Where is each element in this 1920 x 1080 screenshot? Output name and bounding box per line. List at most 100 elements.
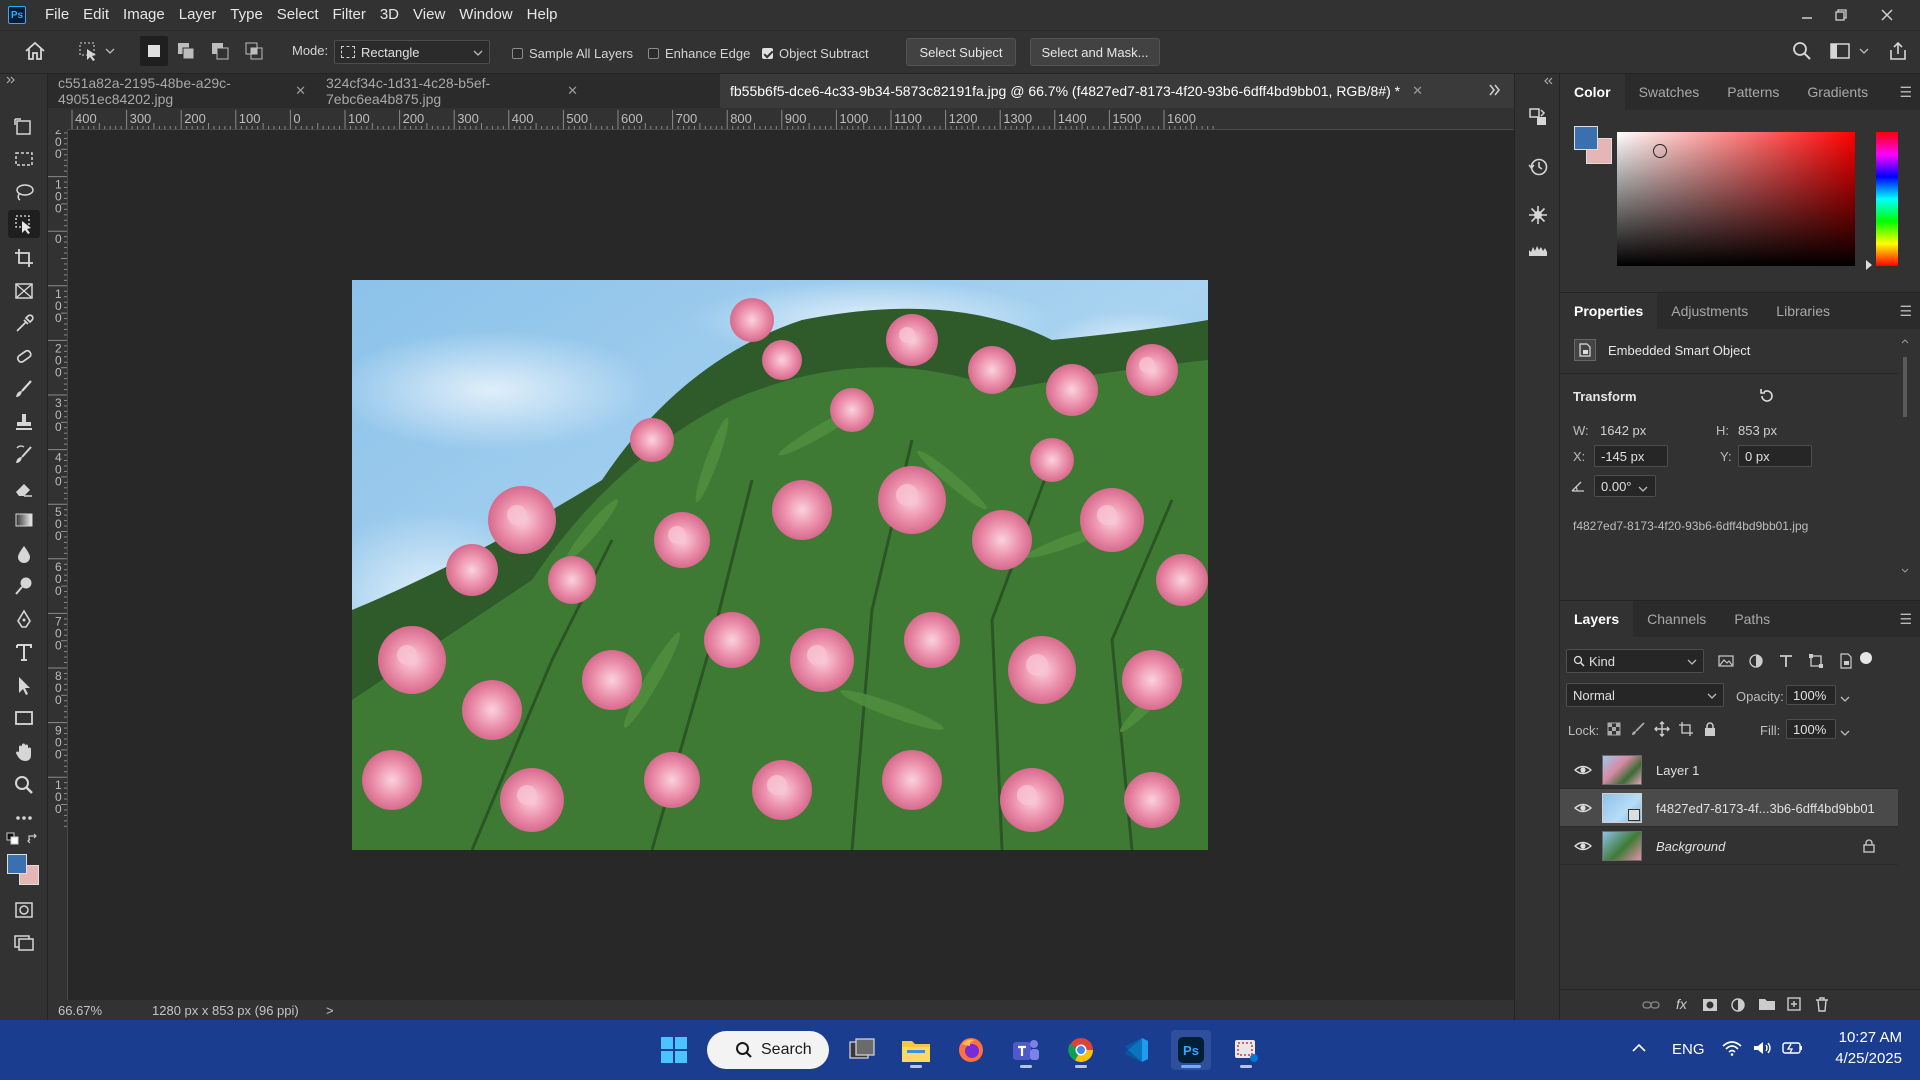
history-brush-tool-icon[interactable] — [8, 441, 40, 469]
task-view-icon[interactable] — [842, 1030, 882, 1070]
status-menu-arrow[interactable]: > — [326, 1003, 334, 1018]
eye-visibility-icon[interactable] — [1574, 761, 1592, 779]
histogram-icon[interactable] — [1523, 234, 1553, 264]
chevron-down-icon[interactable] — [1638, 482, 1648, 496]
clone-stamp-tool-icon[interactable] — [8, 408, 40, 436]
chevron-down-icon[interactable] — [104, 38, 116, 64]
swap-colors-icon[interactable] — [26, 832, 40, 846]
color-picker-cursor[interactable] — [1653, 144, 1667, 158]
lock-image-pixels-icon[interactable] — [1630, 721, 1646, 740]
search-icon[interactable] — [1788, 38, 1816, 64]
close-tab-icon[interactable]: ✕ — [1412, 83, 1423, 99]
chevron-down-icon[interactable] — [1858, 38, 1870, 64]
tab-adjustments[interactable]: Adjustments — [1657, 293, 1762, 329]
battery-icon[interactable] — [1782, 1040, 1804, 1059]
screen-mode-icon[interactable] — [8, 928, 40, 956]
menu-file[interactable]: File — [38, 0, 76, 30]
firefox-icon[interactable] — [951, 1030, 991, 1070]
hand-tool-icon[interactable] — [8, 738, 40, 766]
filter-pixel-layers-icon[interactable] — [1718, 653, 1734, 672]
lock-transparent-pixels-icon[interactable] — [1606, 721, 1622, 740]
menu-layer[interactable]: Layer — [172, 0, 224, 30]
intersect-selection-icon[interactable] — [240, 38, 268, 64]
filter-adjustment-layers-icon[interactable] — [1748, 653, 1764, 672]
adjustment-layer-icon[interactable] — [1730, 997, 1746, 1016]
dodge-tool-icon[interactable] — [8, 572, 40, 600]
menu-type[interactable]: Type — [223, 0, 270, 30]
lock-artboard-icon[interactable] — [1678, 721, 1694, 740]
layer-row-selected[interactable]: f4827ed7-8173-4f...3b6-6dff4bd9bb01 — [1560, 789, 1898, 827]
move-tool-icon[interactable] — [8, 112, 40, 140]
vertical-scrollbar[interactable] — [1494, 130, 1514, 1000]
path-selection-tool-icon[interactable] — [8, 672, 40, 700]
fill-field[interactable]: 100% — [1786, 719, 1836, 739]
tabs-overflow-icon[interactable] — [1488, 83, 1502, 100]
photoshop-taskbar-icon[interactable]: Ps — [1171, 1030, 1211, 1070]
layer-row[interactable]: Background — [1560, 827, 1898, 865]
subtract-from-selection-icon[interactable] — [206, 38, 234, 64]
color-field[interactable] — [1617, 132, 1855, 266]
zoom-level[interactable]: 66.67% — [58, 1003, 102, 1018]
new-layer-icon[interactable] — [1786, 996, 1802, 1015]
menu-image[interactable]: Image — [116, 0, 172, 30]
clock-date[interactable]: 4/25/2025 — [1818, 1050, 1902, 1067]
snipping-tool-icon[interactable] — [1226, 1030, 1266, 1070]
learn-icon[interactable] — [1523, 102, 1553, 132]
menu-edit[interactable]: Edit — [76, 0, 116, 30]
crop-tool-icon[interactable] — [8, 244, 40, 272]
brush-tool-icon[interactable] — [8, 375, 40, 403]
share-icon[interactable] — [1884, 38, 1912, 64]
properties-scrollbar[interactable] — [1900, 337, 1910, 577]
select-and-mask-button[interactable]: Select and Mask... — [1030, 38, 1160, 66]
layer-filter-kind[interactable]: Kind — [1566, 649, 1704, 673]
hue-slider-handle[interactable] — [1866, 260, 1872, 270]
layer-row[interactable]: Layer 1 — [1560, 751, 1898, 789]
select-subject-button[interactable]: Select Subject — [906, 38, 1016, 66]
eye-visibility-icon[interactable] — [1574, 799, 1592, 817]
filter-type-layers-icon[interactable] — [1778, 653, 1794, 672]
filter-smart-objects-icon[interactable] — [1838, 653, 1854, 672]
lasso-tool-icon[interactable] — [8, 178, 40, 206]
collapse-panels-icon[interactable] — [1543, 74, 1553, 88]
blend-mode-select[interactable]: Normal — [1566, 683, 1724, 707]
delete-layer-icon[interactable] — [1814, 996, 1830, 1015]
x-position-field[interactable]: -145 px — [1594, 445, 1668, 467]
home-icon[interactable] — [20, 38, 50, 64]
language-indicator[interactable]: ENG — [1672, 1041, 1705, 1058]
chrome-icon[interactable] — [1061, 1030, 1101, 1070]
foreground-color-swatch[interactable] — [7, 854, 27, 874]
eraser-tool-icon[interactable] — [8, 474, 40, 502]
link-layers-icon[interactable] — [1642, 998, 1660, 1015]
lock-position-icon[interactable] — [1654, 721, 1670, 740]
y-position-field[interactable]: 0 px — [1738, 445, 1812, 467]
default-colors-icon[interactable] — [6, 832, 20, 846]
menu-view[interactable]: View — [406, 0, 452, 30]
volume-icon[interactable] — [1752, 1040, 1772, 1059]
foreground-color-swatch[interactable] — [1574, 126, 1598, 150]
fx-icon[interactable]: fx — [1676, 996, 1687, 1012]
blur-tool-icon[interactable] — [8, 540, 40, 568]
enhance-edge-checkbox[interactable]: Enhance Edge — [648, 46, 750, 61]
eye-visibility-icon[interactable] — [1574, 837, 1592, 855]
type-tool-icon[interactable] — [8, 638, 40, 666]
collapse-toolbar-icon[interactable] — [6, 76, 16, 87]
tab-layers[interactable]: Layers — [1560, 601, 1634, 637]
show-hidden-icons-icon[interactable] — [1632, 1042, 1646, 1056]
layer-name[interactable]: Layer 1 — [1656, 763, 1699, 778]
object-selection-tool-preset-icon[interactable] — [74, 38, 102, 64]
rectangular-marquee-tool-icon[interactable] — [8, 145, 40, 173]
mode-select[interactable]: Rectangle — [334, 40, 490, 64]
tab-properties[interactable]: Properties — [1560, 293, 1658, 329]
file-explorer-icon[interactable] — [896, 1030, 936, 1070]
opacity-field[interactable]: 100% — [1786, 685, 1836, 705]
layer-name[interactable]: f4827ed7-8173-4f...3b6-6dff4bd9bb01 — [1656, 801, 1875, 816]
tab-patterns[interactable]: Patterns — [1713, 74, 1793, 110]
menu-select[interactable]: Select — [270, 0, 326, 30]
restore-icon[interactable] — [1818, 0, 1864, 30]
more-tools-icon[interactable] — [8, 804, 40, 832]
vscode-icon[interactable] — [1116, 1030, 1156, 1070]
horizontal-ruler[interactable]: 400 300 200 100 0 100 200 300 400 500 600 700 800 900… — [68, 108, 1514, 130]
document-tab[interactable]: c551a82a-2195-48be-a29c-49051ec84202.jpg… — [48, 74, 316, 108]
object-selection-tool-icon[interactable] — [8, 210, 40, 238]
object-subtract-checkbox[interactable]: Object Subtract — [762, 46, 869, 61]
